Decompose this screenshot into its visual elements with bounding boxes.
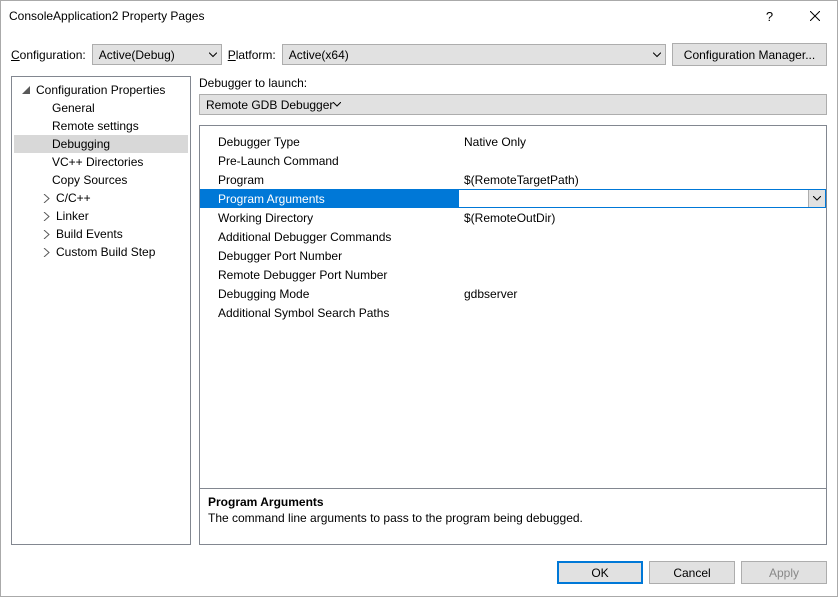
property-grid: Debugger TypeNative OnlyPre-Launch Comma… bbox=[199, 125, 827, 545]
chevron-down-icon bbox=[209, 52, 217, 57]
property-value[interactable] bbox=[458, 189, 826, 208]
property-name: Program bbox=[200, 173, 458, 187]
debugger-launch-value: Remote GDB Debugger bbox=[206, 98, 333, 112]
expand-icon[interactable] bbox=[40, 248, 52, 257]
button-bar: OK Cancel Apply bbox=[1, 553, 837, 596]
configuration-dropdown[interactable]: Active(Debug) bbox=[92, 44, 222, 65]
cancel-button[interactable]: Cancel bbox=[649, 561, 735, 584]
debugger-launch-label: Debugger to launch: bbox=[199, 76, 827, 90]
property-row[interactable]: Debugger TypeNative Only bbox=[200, 132, 826, 151]
tree-item[interactable]: VC++ Directories bbox=[14, 153, 188, 171]
ok-button[interactable]: OK bbox=[557, 561, 643, 584]
titlebar: ConsoleApplication2 Property Pages ? bbox=[1, 1, 837, 31]
description-text: The command line arguments to pass to th… bbox=[208, 511, 818, 525]
apply-button[interactable]: Apply bbox=[741, 561, 827, 584]
configuration-label: Configuration: bbox=[11, 48, 86, 62]
property-name: Debugging Mode bbox=[200, 287, 458, 301]
expand-icon[interactable] bbox=[40, 194, 52, 203]
tree-item[interactable]: General bbox=[14, 99, 188, 117]
property-name: Working Directory bbox=[200, 211, 458, 225]
tree-item-label: C/C++ bbox=[56, 191, 91, 205]
tree-item-label: Custom Build Step bbox=[56, 245, 155, 259]
property-row[interactable]: Program Arguments bbox=[200, 189, 826, 208]
property-row[interactable]: Debugging Modegdbserver bbox=[200, 284, 826, 303]
property-name: Remote Debugger Port Number bbox=[200, 268, 458, 282]
tree-item[interactable]: Linker bbox=[14, 207, 188, 225]
property-row[interactable]: Program$(RemoteTargetPath) bbox=[200, 170, 826, 189]
configuration-value: Active(Debug) bbox=[99, 48, 175, 62]
tree-item[interactable]: Remote settings bbox=[14, 117, 188, 135]
property-value[interactable]: Native Only bbox=[458, 135, 826, 149]
platform-label: Platform: bbox=[228, 48, 276, 62]
property-grid-body[interactable]: Debugger TypeNative OnlyPre-Launch Comma… bbox=[200, 126, 826, 488]
tree-item-label: General bbox=[52, 101, 95, 115]
tree-item[interactable]: Copy Sources bbox=[14, 171, 188, 189]
platform-value: Active(x64) bbox=[289, 48, 349, 62]
expand-icon[interactable] bbox=[40, 212, 52, 221]
property-row[interactable]: Additional Debugger Commands bbox=[200, 227, 826, 246]
tree-item-label: Build Events bbox=[56, 227, 123, 241]
property-value[interactable]: $(RemoteOutDir) bbox=[458, 211, 826, 225]
tree-root[interactable]: Configuration Properties bbox=[14, 81, 188, 99]
window-title: ConsoleApplication2 Property Pages bbox=[9, 9, 747, 23]
tree-panel[interactable]: Configuration Properties General Remote s… bbox=[11, 76, 191, 545]
chevron-down-icon bbox=[653, 52, 661, 57]
tree-item[interactable]: Custom Build Step bbox=[14, 243, 188, 261]
configuration-manager-button[interactable]: Configuration Manager... bbox=[672, 43, 827, 66]
tree-item[interactable]: C/C++ bbox=[14, 189, 188, 207]
property-name: Debugger Type bbox=[200, 135, 458, 149]
chevron-down-icon bbox=[333, 102, 341, 107]
tree-root-label: Configuration Properties bbox=[36, 83, 165, 97]
right-panel: Debugger to launch: Remote GDB Debugger … bbox=[199, 76, 827, 545]
tree-item-label: Remote settings bbox=[52, 119, 139, 133]
property-row[interactable]: Pre-Launch Command bbox=[200, 151, 826, 170]
property-name: Program Arguments bbox=[200, 192, 458, 206]
property-row[interactable]: Debugger Port Number bbox=[200, 246, 826, 265]
chevron-down-icon[interactable] bbox=[808, 190, 825, 207]
property-row[interactable]: Working Directory$(RemoteOutDir) bbox=[200, 208, 826, 227]
help-button[interactable]: ? bbox=[747, 1, 792, 31]
property-name: Debugger Port Number bbox=[200, 249, 458, 263]
platform-dropdown[interactable]: Active(x64) bbox=[282, 44, 666, 65]
close-button[interactable] bbox=[792, 1, 837, 31]
collapse-icon[interactable] bbox=[20, 86, 32, 95]
config-row: Configuration: Active(Debug) Platform: A… bbox=[1, 31, 837, 76]
property-name: Pre-Launch Command bbox=[200, 154, 458, 168]
property-row[interactable]: Additional Symbol Search Paths bbox=[200, 303, 826, 322]
expand-icon[interactable] bbox=[40, 230, 52, 239]
tree-item-label: Linker bbox=[56, 209, 89, 223]
tree-item[interactable]: Debugging bbox=[14, 135, 188, 153]
property-name: Additional Symbol Search Paths bbox=[200, 306, 458, 320]
description-title: Program Arguments bbox=[208, 495, 818, 509]
debugger-launch-dropdown[interactable]: Remote GDB Debugger bbox=[199, 94, 827, 115]
tree-item-label: VC++ Directories bbox=[52, 155, 143, 169]
main-area: Configuration Properties General Remote s… bbox=[1, 76, 837, 553]
property-name: Additional Debugger Commands bbox=[200, 230, 458, 244]
property-value[interactable]: $(RemoteTargetPath) bbox=[458, 173, 826, 187]
property-value[interactable]: gdbserver bbox=[458, 287, 826, 301]
tree-item[interactable]: Build Events bbox=[14, 225, 188, 243]
tree-item-label: Debugging bbox=[52, 137, 110, 151]
property-row[interactable]: Remote Debugger Port Number bbox=[200, 265, 826, 284]
tree-item-label: Copy Sources bbox=[52, 173, 127, 187]
description-panel: Program Arguments The command line argum… bbox=[200, 488, 826, 544]
